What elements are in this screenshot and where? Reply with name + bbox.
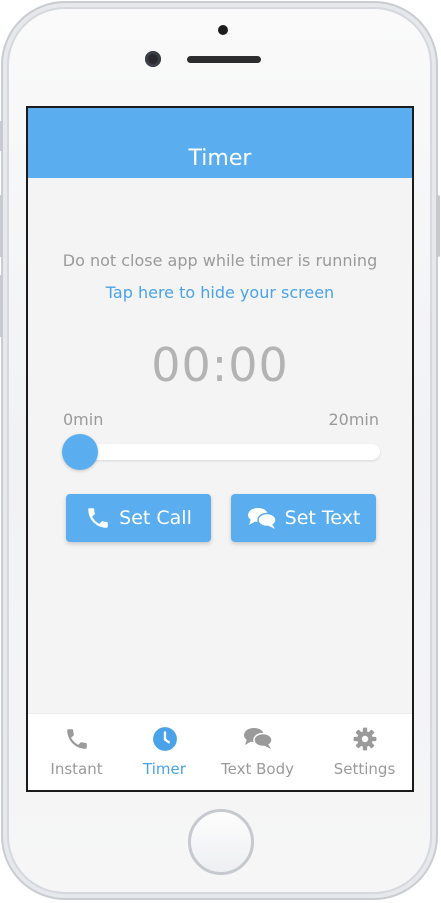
tab-instant[interactable]: Instant bbox=[28, 714, 125, 790]
chat-bubbles-icon bbox=[247, 508, 277, 529]
clock-icon bbox=[152, 727, 177, 751]
gear-icon bbox=[353, 727, 376, 751]
set-text-button[interactable]: Set Text bbox=[231, 494, 376, 542]
set-text-label: Set Text bbox=[284, 507, 361, 529]
page-title: Timer bbox=[188, 146, 252, 171]
tab-timer[interactable]: Timer bbox=[116, 714, 213, 790]
front-camera bbox=[145, 51, 161, 67]
chat-bubbles-icon bbox=[243, 728, 273, 749]
power-button bbox=[436, 195, 440, 257]
hide-screen-link[interactable]: Tap here to hide your screen bbox=[28, 283, 412, 302]
app-screen: Timer Do not close app while timer is ru… bbox=[26, 106, 414, 792]
warning-text: Do not close app while timer is running bbox=[62, 251, 378, 270]
tab-text-body[interactable]: Text Body bbox=[209, 714, 306, 790]
tab-settings[interactable]: Settings bbox=[316, 714, 412, 790]
tab-label: Settings bbox=[333, 760, 396, 778]
navigation-bar: Timer bbox=[28, 108, 412, 178]
proximity-sensor bbox=[218, 25, 228, 35]
volume-up-button bbox=[0, 195, 3, 257]
phone-icon bbox=[88, 508, 108, 528]
phone-icon bbox=[66, 729, 87, 749]
mute-switch bbox=[0, 121, 3, 151]
slider-min-label: 0min bbox=[63, 410, 104, 429]
tab-label: Text Body bbox=[221, 760, 294, 778]
earpiece-speaker bbox=[187, 56, 261, 63]
volume-down-button bbox=[0, 275, 3, 337]
timer-display: 00:00 bbox=[151, 338, 289, 392]
timer-slider-thumb[interactable] bbox=[62, 434, 98, 470]
timer-slider-track[interactable] bbox=[80, 444, 380, 460]
slider-max-label: 20min bbox=[328, 410, 379, 429]
set-call-button[interactable]: Set Call bbox=[66, 494, 211, 542]
home-button[interactable] bbox=[188, 809, 254, 875]
tab-bar: Instant Timer Text Body Settings bbox=[28, 713, 412, 790]
set-call-label: Set Call bbox=[119, 507, 192, 529]
